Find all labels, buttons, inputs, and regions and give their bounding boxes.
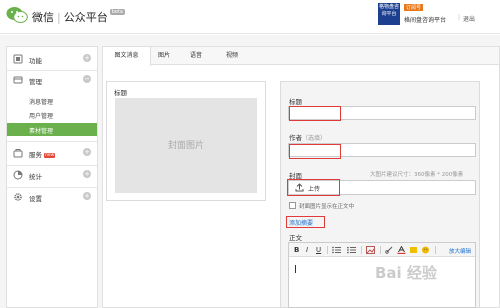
tab-voice[interactable]: 语音: [179, 47, 213, 65]
subitem-label: 消息管理: [29, 99, 54, 106]
tab-news[interactable]: 图文消息: [103, 47, 151, 66]
service-label: 服务: [29, 151, 42, 159]
toolbar-separator: [435, 246, 436, 254]
background-color-icon[interactable]: [409, 246, 418, 254]
cover-placeholder-text: 封面图片: [167, 141, 204, 151]
cover-image-placeholder[interactable]: 封面图片: [115, 98, 257, 193]
logout-link[interactable]: 退出: [463, 14, 475, 23]
platform-name: 公众平台: [63, 11, 108, 24]
manage-icon: [13, 76, 23, 84]
article-preview-card: 标题 封面图片: [106, 81, 266, 201]
sidebar: 功能 + 管理 − 消息管理 用户管理 素材管理 服务 new + 统计 + 设置…: [6, 46, 98, 308]
sidebar-item-label: 管理: [29, 78, 42, 86]
wechat-logo-icon: [6, 7, 28, 23]
sidebar-item-label: 设置: [29, 195, 42, 203]
settings-gear-icon: [14, 193, 22, 201]
account-name[interactable]: 格间盘咨询平台: [404, 15, 446, 24]
link-icon[interactable]: [385, 246, 394, 254]
upload-highlight-box: [287, 179, 340, 196]
author-label-text: 作者: [289, 134, 302, 142]
toolbar-separator: [327, 246, 328, 254]
app-name: 微信: [32, 11, 54, 24]
bold-button[interactable]: B: [294, 246, 299, 254]
sidebar-item-service[interactable]: 服务 new +: [7, 143, 97, 163]
new-badge: new: [44, 153, 56, 158]
material-tabs: 图文消息 图片 语音 视频: [103, 47, 499, 66]
subitem-label: 素材管理: [29, 128, 54, 135]
unordered-list-icon[interactable]: [347, 246, 356, 254]
sidebar-item-manage[interactable]: 管理 −: [7, 70, 97, 90]
account-type-badge: 订阅号: [404, 4, 424, 11]
sidebar-item-settings[interactable]: 设置 +: [7, 187, 97, 207]
preview-title: 标题: [114, 89, 127, 97]
italic-button[interactable]: I: [306, 246, 308, 254]
sidebar-subitem-material-management[interactable]: 素材管理: [7, 123, 97, 136]
cover-size-hint: 大图片建议尺寸：360像素 * 200像素: [370, 172, 464, 178]
author-highlight-box: [289, 144, 341, 159]
insert-image-icon[interactable]: [366, 246, 375, 254]
top-header: 微信 | 公众平台 beta 格物盘咨询平台 订阅号 格间盘咨询平台 | 退出: [0, 0, 500, 34]
toolbar-separator: [361, 246, 362, 254]
font-color-icon[interactable]: [397, 246, 406, 254]
sidebar-item-label: 服务 new: [29, 149, 56, 159]
body-label: 正文: [289, 234, 302, 242]
underline-button[interactable]: U: [316, 246, 321, 254]
expand-icon[interactable]: +: [83, 170, 91, 178]
platform-title: 微信 | 公众平台 beta: [32, 9, 125, 25]
toolbar-separator: [380, 246, 381, 254]
editor-toolbar: B I U 放大编辑: [289, 243, 475, 257]
header-separator: |: [458, 14, 461, 21]
title-highlight-box: [289, 106, 341, 121]
collapse-icon[interactable]: −: [83, 75, 91, 83]
show-cover-label: 封面图片显示在正文中: [299, 204, 355, 210]
show-cover-checkbox[interactable]: [289, 202, 296, 209]
divider: [7, 141, 97, 142]
stats-icon: [13, 170, 23, 180]
expand-icon[interactable]: +: [83, 54, 91, 62]
ordered-list-icon[interactable]: [332, 246, 341, 254]
author-label: 作者（选填）: [289, 132, 326, 142]
emoji-icon[interactable]: [421, 246, 430, 254]
tab-video[interactable]: 视频: [215, 47, 249, 65]
text-caret: [295, 265, 296, 273]
beta-badge: beta: [109, 9, 125, 15]
sidebar-subitem-user-management[interactable]: 用户管理: [7, 108, 97, 121]
title-label: 标题: [289, 98, 302, 106]
function-icon: [13, 54, 23, 64]
tab-image[interactable]: 图片: [151, 47, 177, 65]
author-optional-hint: （选填）: [302, 135, 327, 142]
account-avatar[interactable]: 格物盘咨询平台: [378, 3, 400, 25]
service-icon: [13, 149, 23, 158]
summary-highlight-box: [286, 216, 325, 228]
sidebar-item-label: 统计: [29, 173, 42, 181]
expand-icon[interactable]: +: [83, 192, 91, 200]
baidu-watermark: Bai 经验: [375, 264, 437, 282]
sidebar-subitem-message-management[interactable]: 消息管理: [7, 94, 97, 107]
expand-editor-link[interactable]: 放大编辑: [449, 247, 471, 255]
expand-icon[interactable]: +: [83, 148, 91, 156]
sidebar-item-label: 功能: [29, 57, 42, 65]
title-separator: |: [57, 11, 61, 24]
subitem-label: 用户管理: [29, 113, 54, 120]
sidebar-item-function[interactable]: 功能 +: [7, 49, 97, 69]
sidebar-item-stats[interactable]: 统计 +: [7, 165, 97, 185]
